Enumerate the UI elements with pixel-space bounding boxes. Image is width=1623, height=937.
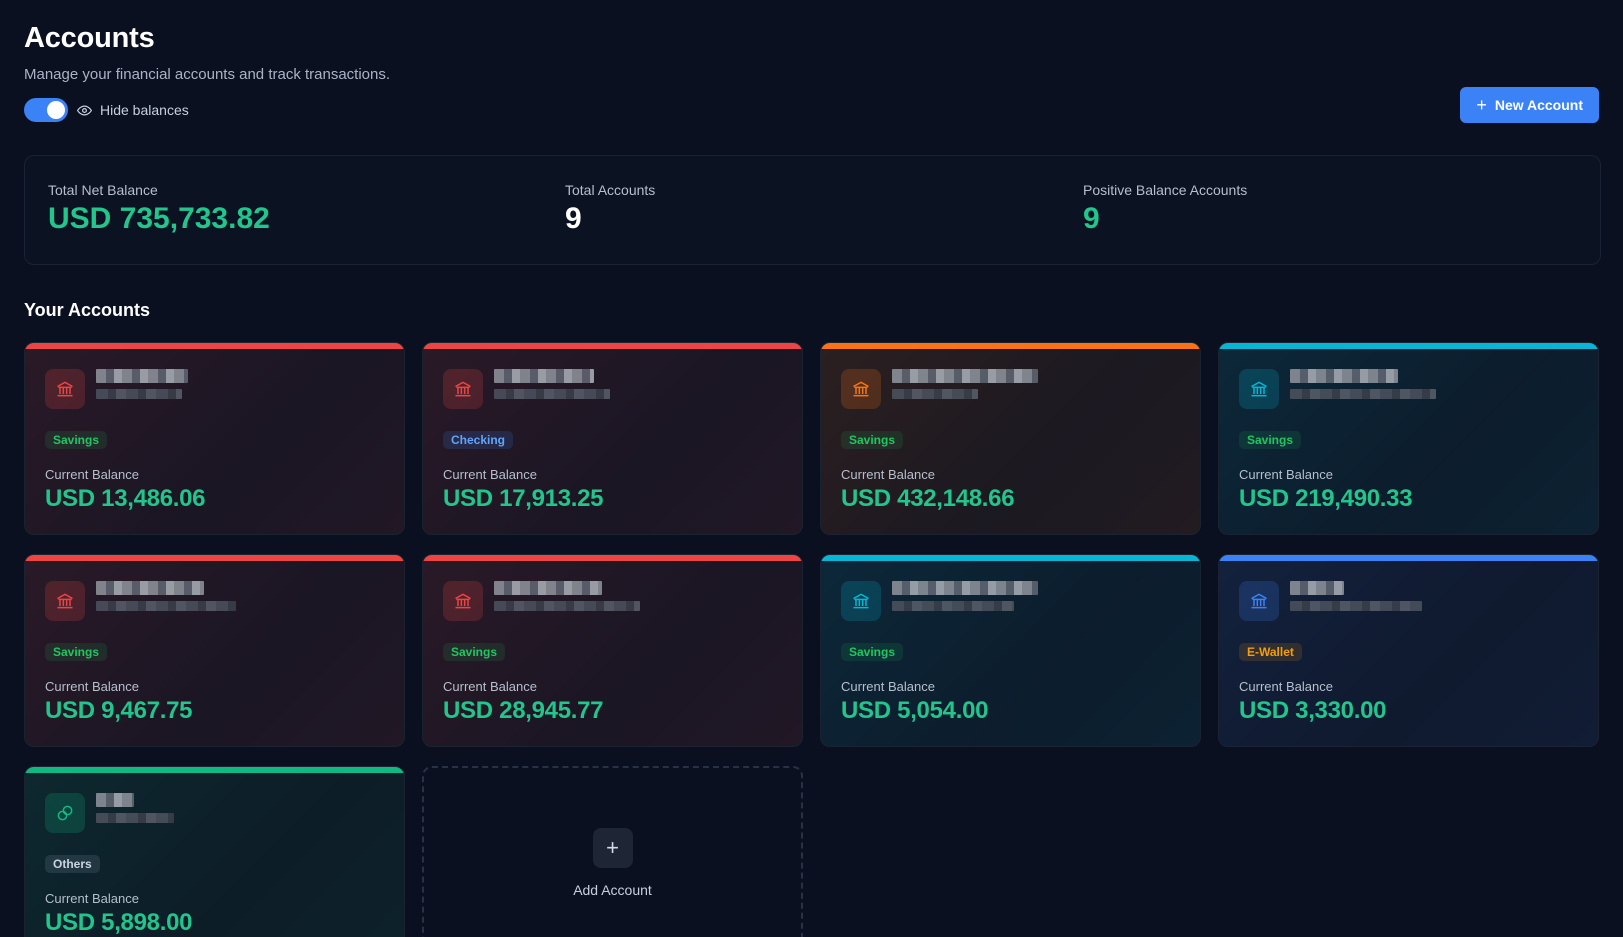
current-balance-value: USD 5,898.00 xyxy=(45,909,193,936)
account-card[interactable]: Savings Current Balance USD 5,054.00 xyxy=(820,554,1201,747)
account-card[interactable]: Savings Current Balance USD 219,490.33 xyxy=(1218,342,1599,535)
current-balance-label: Current Balance xyxy=(443,467,537,482)
current-balance-label: Current Balance xyxy=(443,679,537,694)
accounts-page: Accounts Manage your financial accounts … xyxy=(0,0,1623,937)
current-balance-value: USD 13,486.06 xyxy=(45,485,206,512)
page-title: Accounts xyxy=(24,22,155,54)
bank-icon xyxy=(45,581,85,621)
bank-icon xyxy=(443,581,483,621)
stat-positive-accounts: Positive Balance Accounts 9 xyxy=(1083,182,1247,236)
current-balance-label: Current Balance xyxy=(841,467,935,482)
card-accent-bar xyxy=(423,343,802,349)
current-balance-label: Current Balance xyxy=(1239,467,1333,482)
account-number-redacted xyxy=(96,601,236,611)
account-number-redacted xyxy=(494,601,640,611)
bank-icon xyxy=(1239,581,1279,621)
plus-icon: + xyxy=(1476,95,1487,115)
link-icon xyxy=(45,793,85,833)
card-accent-bar xyxy=(821,555,1200,561)
account-number-redacted xyxy=(892,601,1014,611)
bank-icon xyxy=(1239,369,1279,409)
stat-value: 9 xyxy=(565,202,582,235)
account-card[interactable]: E-Wallet Current Balance USD 3,330.00 xyxy=(1218,554,1599,747)
current-balance-value: USD 5,054.00 xyxy=(841,697,989,724)
account-name-redacted xyxy=(494,369,594,383)
account-card[interactable]: Savings Current Balance USD 13,486.06 xyxy=(24,342,405,535)
summary-panel: Total Net Balance USD 735,733.82 Total A… xyxy=(24,155,1601,265)
card-accent-bar xyxy=(25,767,404,773)
stat-label: Positive Balance Accounts xyxy=(1083,182,1248,198)
card-accent-bar xyxy=(821,343,1200,349)
stat-value: 9 xyxy=(1083,202,1100,235)
new-account-label: New Account xyxy=(1494,97,1583,113)
hide-balances-label: Hide balances xyxy=(100,102,189,118)
new-account-button[interactable]: + New Account xyxy=(1460,87,1599,123)
card-accent-bar xyxy=(25,343,404,349)
card-accent-bar xyxy=(1219,343,1598,349)
account-name-redacted xyxy=(96,369,188,383)
account-name-redacted xyxy=(892,369,1038,383)
stat-label: Total Accounts xyxy=(565,182,656,198)
plus-icon: + xyxy=(592,827,633,868)
account-type-badge: Checking xyxy=(443,431,514,449)
bank-icon xyxy=(841,581,881,621)
current-balance-label: Current Balance xyxy=(841,679,935,694)
account-name-redacted xyxy=(892,581,1038,595)
hide-balances-row: Hide balances xyxy=(24,98,189,122)
current-balance-value: USD 28,945.77 xyxy=(443,697,604,724)
account-name-redacted xyxy=(1290,581,1344,595)
account-card[interactable]: Savings Current Balance USD 9,467.75 xyxy=(24,554,405,747)
account-card[interactable]: Checking Current Balance USD 17,913.25 xyxy=(422,342,803,535)
card-accent-bar xyxy=(423,555,802,561)
account-number-redacted xyxy=(1290,389,1436,399)
account-type-badge: Savings xyxy=(841,643,904,661)
account-type-badge: Savings xyxy=(45,643,108,661)
account-type-badge: Savings xyxy=(443,643,506,661)
account-number-redacted xyxy=(96,813,174,823)
account-number-redacted xyxy=(892,389,978,399)
stat-value: USD 735,733.82 xyxy=(48,202,270,235)
section-title: Your Accounts xyxy=(24,300,151,320)
account-card[interactable]: Savings Current Balance USD 28,945.77 xyxy=(422,554,803,747)
account-card[interactable]: Savings Current Balance USD 432,148.66 xyxy=(820,342,1201,535)
account-number-redacted xyxy=(494,389,610,399)
account-number-redacted xyxy=(96,389,182,399)
current-balance-label: Current Balance xyxy=(45,891,139,906)
accounts-grid: Savings Current Balance USD 13,486.06 Ch… xyxy=(24,342,1599,937)
eye-icon xyxy=(76,102,92,118)
bank-icon xyxy=(443,369,483,409)
stat-net-balance: Total Net Balance USD 735,733.82 xyxy=(48,182,270,236)
account-type-badge: Others xyxy=(45,855,100,873)
account-name-redacted xyxy=(96,581,204,595)
account-name-redacted xyxy=(494,581,602,595)
add-account-label: Add Account xyxy=(573,881,652,898)
card-accent-bar xyxy=(1219,555,1598,561)
current-balance-value: USD 219,490.33 xyxy=(1239,485,1413,512)
bank-icon xyxy=(841,369,881,409)
account-card[interactable]: Others Current Balance USD 5,898.00 xyxy=(24,766,405,937)
account-name-redacted xyxy=(1290,369,1398,383)
toggle-knob xyxy=(47,101,65,119)
current-balance-label: Current Balance xyxy=(45,679,139,694)
current-balance-label: Current Balance xyxy=(45,467,139,482)
stat-label: Total Net Balance xyxy=(48,182,158,198)
account-number-redacted xyxy=(1290,601,1422,611)
current-balance-value: USD 9,467.75 xyxy=(45,697,193,724)
account-name-redacted xyxy=(96,793,134,807)
account-type-badge: Savings xyxy=(45,431,108,449)
current-balance-value: USD 3,330.00 xyxy=(1239,697,1387,724)
current-balance-label: Current Balance xyxy=(1239,679,1333,694)
stat-total-accounts: Total Accounts 9 xyxy=(565,182,655,236)
bank-icon xyxy=(45,369,85,409)
page-subtitle: Manage your financial accounts and track… xyxy=(24,66,391,83)
current-balance-value: USD 432,148.66 xyxy=(841,485,1015,512)
account-type-badge: E-Wallet xyxy=(1239,643,1302,661)
account-type-badge: Savings xyxy=(841,431,904,449)
add-account-card[interactable]: + Add Account xyxy=(422,766,803,937)
account-type-badge: Savings xyxy=(1239,431,1302,449)
hide-balances-toggle[interactable] xyxy=(24,98,68,122)
current-balance-value: USD 17,913.25 xyxy=(443,485,604,512)
card-accent-bar xyxy=(25,555,404,561)
